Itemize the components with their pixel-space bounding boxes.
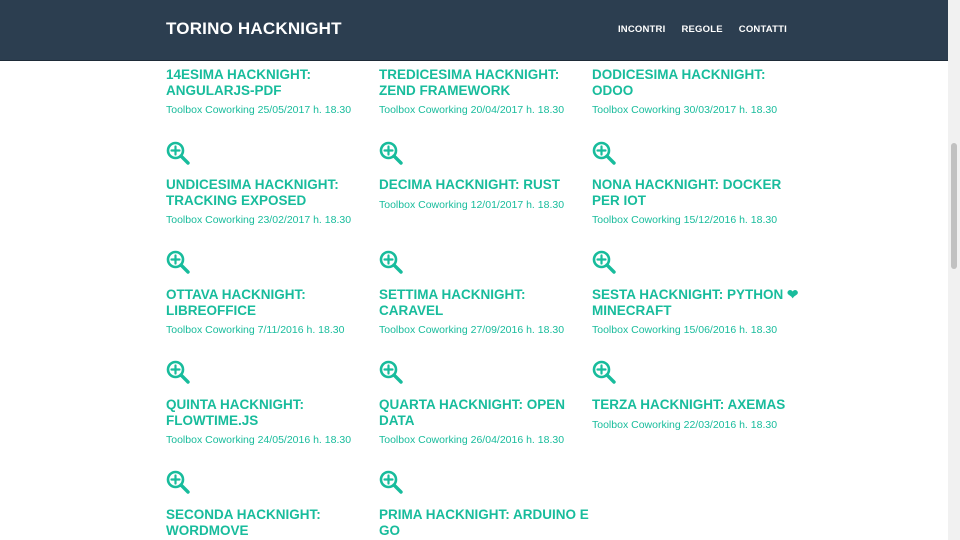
event-card: DECIMA HACKNIGHT: RUST Toolbox Coworking… [379, 177, 589, 213]
event-title[interactable]: NONA HACKNIGHT: DOCKER PER IOT [592, 177, 802, 208]
event-card: PRIMA HACKNIGHT: ARDUINO E GO [379, 507, 589, 538]
event-meta: Toolbox Coworking 26/04/2016 h. 18.30 [379, 434, 565, 446]
zoom-in-icon[interactable] [166, 250, 190, 274]
event-card: QUARTA HACKNIGHT: OPEN DATA Toolbox Cowo… [379, 397, 589, 449]
zoom-in-icon[interactable] [379, 470, 403, 494]
event-title[interactable]: QUINTA HACKNIGHT: FLOWTIME.JS [166, 397, 376, 428]
event-card: TREDICESIMA HACKNIGHT: ZEND FRAMEWORK To… [379, 67, 589, 119]
event-card: SETTIMA HACKNIGHT: CARAVEL Toolbox Cowor… [379, 287, 589, 339]
event-title[interactable]: PRIMA HACKNIGHT: ARDUINO E GO [379, 507, 589, 538]
event-meta: Toolbox Coworking 25/05/2017 h. 18.30 [166, 104, 352, 116]
event-meta: Toolbox Coworking 24/05/2016 h. 18.30 [166, 434, 352, 446]
event-title[interactable]: 14ESIMA HACKNIGHT: ANGULARJS-PDF [166, 67, 376, 98]
zoom-in-icon[interactable] [592, 360, 616, 384]
brand-logo-link[interactable]: TORINO HACKNIGHT [166, 19, 342, 39]
event-title[interactable]: DODICESIMA HACKNIGHT: ODOO [592, 67, 802, 98]
event-card: SESTA HACKNIGHT: PYTHON ❤ MINECRAFT Tool… [592, 287, 802, 339]
event-meta: Toolbox Coworking 23/02/2017 h. 18.30 [166, 214, 352, 226]
event-title[interactable]: UNDICESIMA HACKNIGHT: TRACKING EXPOSED [166, 177, 376, 208]
event-meta: Toolbox Coworking 22/03/2016 h. 18.30 [592, 418, 778, 431]
nav-link-regole[interactable]: REGOLE [681, 24, 722, 35]
event-title[interactable]: SESTA HACKNIGHT: PYTHON ❤ MINECRAFT [592, 287, 802, 318]
events-grid: 14ESIMA HACKNIGHT: ANGULARJS-PDF Toolbox… [0, 0, 948, 540]
event-card: SECONDA HACKNIGHT: WORDMOVE [166, 507, 376, 538]
zoom-in-icon[interactable] [379, 250, 403, 274]
zoom-in-icon[interactable] [379, 360, 403, 384]
event-meta: Toolbox Coworking 15/12/2016 h. 18.30 [592, 214, 778, 226]
event-card: TERZA HACKNIGHT: AXEMAS Toolbox Coworkin… [592, 397, 802, 433]
nav-link-contatti[interactable]: CONTATTI [739, 24, 787, 35]
event-card: DODICESIMA HACKNIGHT: ODOO Toolbox Cowor… [592, 67, 802, 119]
event-meta: Toolbox Coworking 30/03/2017 h. 18.30 [592, 104, 778, 116]
zoom-in-icon[interactable] [166, 470, 190, 494]
event-title[interactable]: TREDICESIMA HACKNIGHT: ZEND FRAMEWORK [379, 67, 589, 98]
event-title[interactable]: SECONDA HACKNIGHT: WORDMOVE [166, 507, 376, 538]
event-meta: Toolbox Coworking 27/09/2016 h. 18.30 [379, 324, 565, 336]
zoom-in-icon[interactable] [166, 360, 190, 384]
event-card: QUINTA HACKNIGHT: FLOWTIME.JS Toolbox Co… [166, 397, 376, 449]
event-card: NONA HACKNIGHT: DOCKER PER IOT Toolbox C… [592, 177, 802, 229]
navbar: TORINO HACKNIGHT INCONTRI REGOLE CONTATT… [0, 0, 948, 61]
event-card: 14ESIMA HACKNIGHT: ANGULARJS-PDF Toolbox… [166, 67, 376, 119]
event-card: UNDICESIMA HACKNIGHT: TRACKING EXPOSED T… [166, 177, 376, 229]
event-card: OTTAVA HACKNIGHT: LIBREOFFICE Toolbox Co… [166, 287, 376, 339]
scrollbar-thumb[interactable] [951, 143, 957, 269]
event-title[interactable]: TERZA HACKNIGHT: AXEMAS [592, 397, 802, 413]
event-meta: Toolbox Coworking 12/01/2017 h. 18.30 [379, 198, 565, 211]
event-meta: Toolbox Coworking 20/04/2017 h. 18.30 [379, 104, 565, 116]
event-meta: Toolbox Coworking 7/11/2016 h. 18.30 [166, 324, 345, 336]
zoom-in-icon[interactable] [379, 141, 403, 165]
zoom-in-icon[interactable] [592, 250, 616, 274]
event-title[interactable]: QUARTA HACKNIGHT: OPEN DATA [379, 397, 589, 428]
zoom-in-icon[interactable] [166, 141, 190, 165]
event-title[interactable]: OTTAVA HACKNIGHT: LIBREOFFICE [166, 287, 376, 318]
event-title[interactable]: SETTIMA HACKNIGHT: CARAVEL [379, 287, 589, 318]
nav-link-incontri[interactable]: INCONTRI [618, 24, 666, 35]
event-meta: Toolbox Coworking 15/06/2016 h. 18.30 [592, 324, 778, 336]
zoom-in-icon[interactable] [592, 141, 616, 165]
event-title[interactable]: DECIMA HACKNIGHT: RUST [379, 177, 589, 193]
page-scrollbar[interactable] [948, 0, 960, 540]
nav-links: INCONTRI REGOLE CONTATTI [618, 24, 787, 35]
